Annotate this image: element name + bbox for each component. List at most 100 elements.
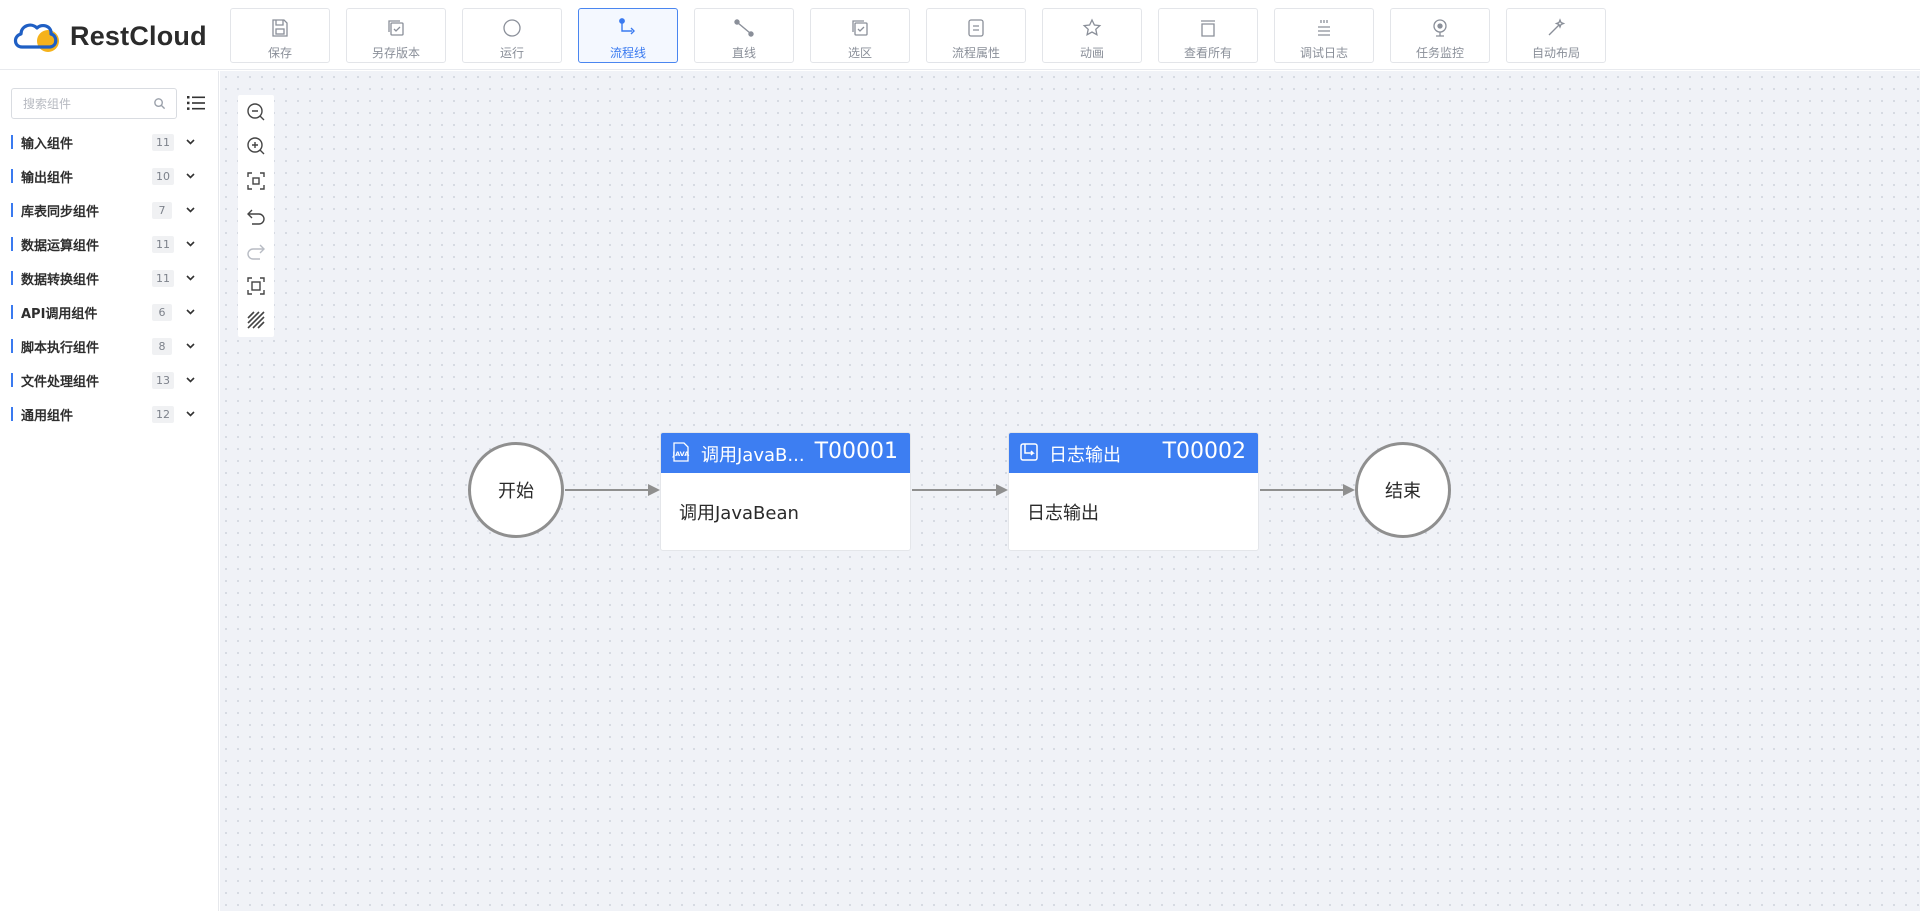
- flow-line-label: 流程线: [609, 46, 646, 60]
- auto-layout-button[interactable]: 自动布局: [1506, 8, 1606, 63]
- save-as-version-icon: [388, 20, 404, 36]
- chevron-down-icon[interactable]: [185, 136, 196, 147]
- run-button-label: 运行: [499, 46, 524, 60]
- search-icon[interactable]: [153, 97, 166, 110]
- flow-diagram: 开始 JAVA 调用JavaB... T00001 调用JavaBean 日志输…: [220, 71, 1920, 911]
- log-file-icon: [1020, 443, 1038, 461]
- task-node-log-output[interactable]: 日志输出 T00002 日志输出: [1008, 432, 1259, 551]
- task-header: 日志输出 T00002: [1009, 433, 1258, 473]
- category-marker: [11, 339, 13, 353]
- category-label: 通用组件: [21, 409, 74, 424]
- auto-layout-icon: [1548, 18, 1566, 36]
- animation-button[interactable]: 动画: [1042, 8, 1142, 63]
- straight-line-button[interactable]: 直线: [694, 8, 794, 63]
- end-node[interactable]: 结束: [1355, 442, 1451, 538]
- auto-layout-label: 自动布局: [1531, 46, 1580, 60]
- category-count: 11: [152, 236, 174, 253]
- flow-line-icon: [619, 18, 635, 35]
- debug-log-button[interactable]: 调试日志: [1274, 8, 1374, 63]
- toolbar: 保存 另存版本 运行 流程线 直线 选区 流程属性 动画 查看所有 调试日志 任…: [230, 8, 1622, 63]
- category-count: 11: [152, 270, 174, 287]
- category-marker: [11, 407, 13, 421]
- chevron-down-icon[interactable]: [185, 408, 196, 419]
- debug-log-icon: [1318, 20, 1330, 36]
- straight-line-icon: [734, 19, 754, 37]
- save-button[interactable]: 保存: [230, 8, 330, 63]
- chevron-down-icon[interactable]: [185, 170, 196, 181]
- component-search-input[interactable]: [12, 89, 150, 118]
- task-description: 日志输出: [1027, 503, 1099, 524]
- category-data-compute-components[interactable]: 数据运算组件 11: [0, 227, 219, 261]
- category-label: 数据转换组件: [21, 273, 100, 288]
- start-node-label: 开始: [498, 481, 534, 502]
- save-icon: [272, 19, 288, 37]
- view-all-label: 查看所有: [1183, 46, 1232, 60]
- component-sidebar: 输入组件 11 输出组件 10 库表同步组件 7 数据运算组件 11 数据转换组…: [0, 71, 219, 911]
- category-count: 12: [152, 406, 174, 423]
- run-icon: [503, 19, 521, 37]
- category-api-call-components[interactable]: API调用组件 6: [0, 295, 219, 329]
- task-monitor-button[interactable]: 任务监控: [1390, 8, 1490, 63]
- category-count: 10: [152, 168, 174, 185]
- chevron-down-icon[interactable]: [185, 238, 196, 249]
- view-all-button[interactable]: 查看所有: [1158, 8, 1258, 63]
- task-title: 调用JavaB...: [701, 445, 805, 466]
- category-marker: [11, 169, 13, 183]
- view-all-icon: [1201, 20, 1215, 37]
- chevron-down-icon[interactable]: [185, 204, 196, 215]
- category-marker: [11, 373, 13, 387]
- save-as-version-label: 另存版本: [371, 46, 420, 60]
- category-input-components[interactable]: 输入组件 11: [0, 125, 219, 159]
- task-node-javabean[interactable]: JAVA 调用JavaB... T00001 调用JavaBean: [660, 432, 911, 551]
- animation-label: 动画: [1079, 46, 1104, 60]
- category-count: 6: [152, 304, 172, 321]
- category-file-components[interactable]: 文件处理组件 13: [0, 363, 219, 397]
- category-marker: [11, 237, 13, 251]
- selection-button[interactable]: 选区: [810, 8, 910, 63]
- category-data-transform-components[interactable]: 数据转换组件 11: [0, 261, 219, 295]
- start-node[interactable]: 开始: [468, 442, 564, 538]
- category-table-sync-components[interactable]: 库表同步组件 7: [0, 193, 219, 227]
- straight-line-label: 直线: [731, 46, 756, 60]
- chevron-down-icon[interactable]: [185, 340, 196, 351]
- svg-text:JAVA: JAVA: [672, 450, 690, 458]
- selection-icon: [852, 20, 868, 36]
- category-label: 数据运算组件: [21, 239, 100, 254]
- selection-label: 选区: [847, 46, 872, 60]
- flow-properties-label: 流程属性: [951, 46, 1000, 60]
- category-marker: [11, 271, 13, 285]
- category-general-components[interactable]: 通用组件 12: [0, 397, 219, 431]
- component-search-box: [11, 88, 177, 119]
- task-code: T00001: [814, 439, 898, 464]
- category-count: 13: [152, 372, 174, 389]
- category-marker: [11, 135, 13, 149]
- header: RestCloud 保存 另存版本 运行 流程线 直线 选区 流程属性 动画 查…: [0, 0, 1920, 70]
- category-count: 8: [152, 338, 172, 355]
- java-icon: JAVA: [672, 442, 690, 462]
- chevron-down-icon[interactable]: [185, 374, 196, 385]
- task-code: T00002: [1162, 439, 1246, 464]
- task-monitor-icon: [1433, 19, 1447, 37]
- flow-properties-button[interactable]: 流程属性: [926, 8, 1026, 63]
- task-title: 日志输出: [1049, 445, 1121, 466]
- category-label: 脚本执行组件: [21, 341, 100, 356]
- list-view-icon[interactable]: [186, 93, 206, 113]
- chevron-down-icon[interactable]: [185, 272, 196, 283]
- task-description: 调用JavaBean: [679, 503, 799, 524]
- flow-line-button[interactable]: 流程线: [578, 8, 678, 63]
- debug-log-label: 调试日志: [1299, 46, 1348, 60]
- flow-canvas[interactable]: 开始 JAVA 调用JavaB... T00001 调用JavaBean 日志输…: [220, 71, 1920, 911]
- category-count: 11: [152, 134, 174, 151]
- task-monitor-label: 任务监控: [1415, 46, 1464, 60]
- flow-properties-icon: [968, 19, 984, 37]
- category-output-components[interactable]: 输出组件 10: [0, 159, 219, 193]
- category-marker: [11, 305, 13, 319]
- end-node-label: 结束: [1385, 481, 1421, 502]
- chevron-down-icon[interactable]: [185, 306, 196, 317]
- brand-logo[interactable]: RestCloud: [12, 16, 207, 56]
- category-count: 7: [152, 202, 172, 219]
- save-button-label: 保存: [267, 46, 292, 60]
- run-button[interactable]: 运行: [462, 8, 562, 63]
- save-as-version-button[interactable]: 另存版本: [346, 8, 446, 63]
- category-script-components[interactable]: 脚本执行组件 8: [0, 329, 219, 363]
